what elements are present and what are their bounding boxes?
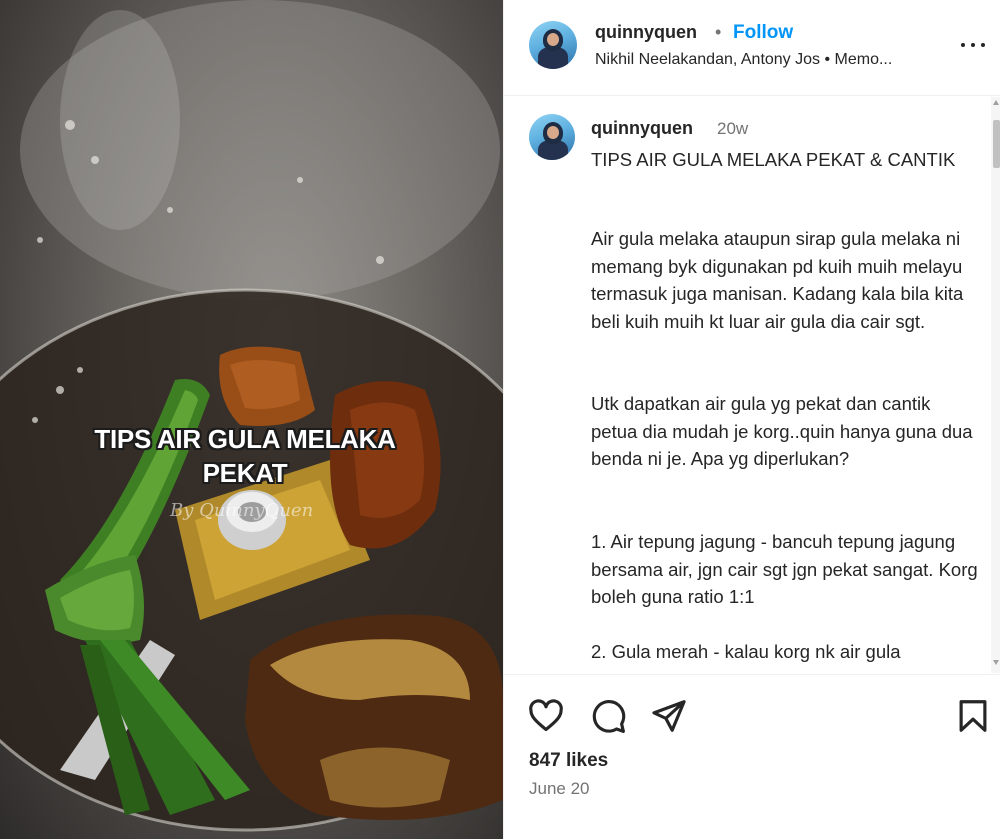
comment-icon[interactable]	[589, 697, 627, 735]
post-date[interactable]: June 20	[529, 779, 590, 799]
caption-section: quinnyquen 20w TIPS AIR GULA MELAKA PEKA…	[504, 97, 1000, 673]
bookmark-icon[interactable]	[954, 697, 992, 735]
separator-dot: •	[715, 22, 722, 42]
heart-icon[interactable]	[527, 697, 565, 735]
scroll-up-arrow-icon[interactable]	[993, 100, 999, 105]
media-image	[0, 0, 503, 832]
send-icon[interactable]	[650, 697, 688, 735]
caption-paragraph-2: Utk dapatkan air gula yg pekat dan canti…	[591, 393, 973, 469]
more-horizontal-icon[interactable]	[959, 34, 987, 54]
likes-count[interactable]: 847 likes	[529, 750, 608, 772]
media-watermark: By QuinnyQuen	[170, 500, 314, 521]
media-overlay-line-1: TIPS AIR GULA MELAKA	[94, 424, 396, 454]
caption-paragraph-1: Air gula melaka ataupun sirap gula melak…	[591, 228, 964, 332]
post-header: quinnyquen • Follow Nikhil Neelakandan, …	[504, 0, 1000, 96]
scrollbar-thumb[interactable]	[993, 120, 1000, 168]
caption-paragraph-4: 2. Gula merah - kalau korg nk air gula	[591, 641, 901, 662]
caption-title: TIPS AIR GULA MELAKA PEKAT & CANTIK	[591, 149, 956, 170]
caption-timestamp[interactable]: 20w	[717, 119, 748, 139]
post-media[interactable]: TIPS AIR GULA MELAKA PEKAT By QuinnyQuen	[0, 0, 503, 839]
audio-attribution[interactable]: Nikhil Neelakandan, Antony Jos • Memo...	[595, 51, 945, 69]
avatar[interactable]	[529, 21, 577, 69]
media-overlay-line-2: PEKAT	[202, 458, 288, 488]
caption-username[interactable]: quinnyquen	[591, 118, 693, 139]
post-panel: quinnyquen • Follow Nikhil Neelakandan, …	[503, 0, 1000, 839]
caption-avatar[interactable]	[529, 114, 575, 160]
action-bar: 847 likes June 20	[504, 674, 1000, 839]
caption-scrollbar[interactable]	[991, 97, 1000, 673]
media-overlay-text: TIPS AIR GULA MELAKA PEKAT	[60, 422, 430, 490]
follow-button[interactable]: Follow	[733, 22, 793, 44]
caption-paragraph-3: 1. Air tepung jagung - bancuh tepung jag…	[591, 531, 978, 607]
author-username[interactable]: quinnyquen	[595, 22, 697, 43]
scroll-down-arrow-icon[interactable]	[993, 660, 999, 665]
